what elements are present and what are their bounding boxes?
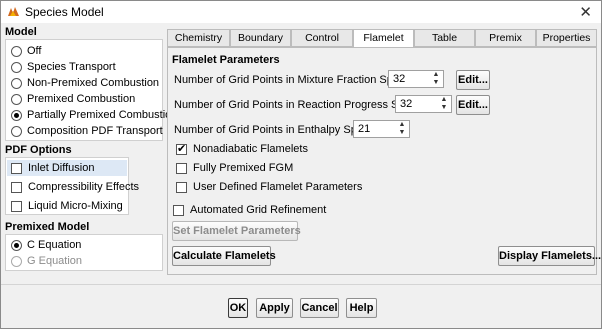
radio-icon[interactable] — [11, 45, 22, 57]
title-bar[interactable]: Species Model ✕ — [1, 1, 601, 23]
radio-icon[interactable] — [11, 125, 22, 137]
user-defined-flamelet-parameters-checkbox[interactable]: User Defined Flamelet Parameters — [176, 179, 362, 195]
tab-properties[interactable]: Properties — [536, 29, 597, 47]
app-icon — [6, 5, 21, 19]
premixed-model-title: Premixed Model — [5, 221, 90, 233]
tab-table[interactable]: Table — [414, 29, 475, 47]
checkbox-icon[interactable] — [11, 181, 22, 193]
spinner-arrows-icon[interactable]: ▲ ▼ — [397, 121, 407, 137]
cancel-button[interactable]: Cancel — [300, 298, 339, 318]
spinner-arrows-icon[interactable]: ▲ ▼ — [431, 71, 441, 87]
checkbox-icon[interactable] — [176, 162, 187, 174]
spinner-arrows-icon[interactable]: ▲ ▼ — [439, 96, 449, 112]
liquid-micro-mixing-checkbox[interactable]: Liquid Micro-Mixing — [11, 198, 123, 214]
mixture-fraction-edit-button[interactable]: Edit... — [456, 70, 490, 90]
mixture-fraction-value[interactable]: 32 — [393, 73, 405, 85]
reaction-progress-spinner[interactable]: 32 ▲ ▼ — [395, 95, 452, 113]
enthalpy-label: Number of Grid Points in Enthalpy Space — [174, 124, 375, 136]
c-equation-radio[interactable]: C Equation — [11, 237, 81, 253]
display-flamelets-button[interactable]: Display Flamelets... — [498, 246, 601, 266]
close-icon[interactable]: ✕ — [579, 3, 592, 21]
tab-bar: Chemistry Boundary Control Flamelet Tabl… — [167, 29, 597, 48]
radio-selected-icon[interactable] — [11, 109, 22, 121]
compressibility-effects-checkbox[interactable]: Compressibility Effects — [11, 179, 139, 195]
enthalpy-value[interactable]: 21 — [358, 123, 370, 135]
tab-chemistry[interactable]: Chemistry — [167, 29, 230, 47]
mixture-fraction-spinner[interactable]: 32 ▲ ▼ — [388, 70, 444, 88]
tab-premix[interactable]: Premix — [475, 29, 536, 47]
nonadiabatic-flamelets-checkbox[interactable]: ✔ Nonadiabatic Flamelets — [176, 141, 308, 157]
model-option-non-premixed[interactable]: Non-Premixed Combustion — [11, 75, 159, 91]
premixed-model-group: C Equation G Equation — [5, 234, 163, 271]
g-equation-radio[interactable]: G Equation — [11, 253, 82, 269]
inlet-diffusion-checkbox[interactable]: Inlet Diffusion — [7, 160, 127, 176]
model-option-species-transport[interactable]: Species Transport — [11, 59, 116, 75]
checkbox-icon[interactable] — [173, 204, 184, 216]
species-model-dialog: Species Model ✕ Model Off Species Transp… — [0, 0, 602, 329]
tab-flamelet[interactable]: Flamelet — [353, 29, 414, 48]
reaction-progress-label: Number of Grid Points in Reaction Progre… — [174, 99, 423, 111]
checkbox-checked-icon[interactable]: ✔ — [176, 143, 187, 155]
checkbox-icon[interactable] — [11, 162, 22, 174]
flamelet-panel: Flamelet Parameters Number of Grid Point… — [167, 47, 601, 275]
checkbox-icon[interactable] — [11, 200, 22, 212]
flamelet-parameters-title: Flamelet Parameters — [172, 54, 280, 66]
model-group: Off Species Transport Non-Premixed Combu… — [5, 39, 177, 141]
model-option-off[interactable]: Off — [11, 43, 41, 59]
reaction-progress-value[interactable]: 32 — [400, 98, 412, 110]
tab-boundary[interactable]: Boundary — [230, 29, 291, 47]
tab-control[interactable]: Control — [291, 29, 353, 47]
set-flamelet-parameters-button[interactable]: Set Flamelet Parameters — [172, 221, 301, 241]
help-button[interactable]: Help — [346, 298, 377, 318]
model-option-premixed[interactable]: Premixed Combustion — [11, 91, 135, 107]
checkbox-icon[interactable] — [176, 181, 187, 193]
model-title: Model — [5, 26, 37, 38]
automated-grid-refinement-checkbox[interactable]: Automated Grid Refinement — [173, 202, 326, 218]
radio-icon[interactable] — [11, 93, 22, 105]
calculate-flamelets-button[interactable]: Calculate Flamelets — [172, 246, 276, 266]
apply-button[interactable]: Apply — [256, 298, 293, 318]
radio-icon[interactable] — [11, 255, 22, 267]
model-option-partially-premixed[interactable]: Partially Premixed Combustion — [11, 107, 177, 123]
window-title: Species Model — [25, 5, 104, 19]
fully-premixed-fgm-checkbox[interactable]: Fully Premixed FGM — [176, 160, 293, 176]
mixture-fraction-label: Number of Grid Points in Mixture Fractio… — [174, 74, 411, 86]
radio-icon[interactable] — [11, 77, 22, 89]
enthalpy-spinner[interactable]: 21 ▲ ▼ — [353, 120, 410, 138]
reaction-progress-edit-button[interactable]: Edit... — [456, 95, 490, 115]
pdf-options-group: Inlet Diffusion Compressibility Effects … — [5, 157, 139, 215]
ok-button[interactable]: OK — [228, 298, 248, 318]
radio-selected-icon[interactable] — [11, 239, 22, 251]
footer-divider — [1, 284, 601, 285]
pdf-options-title: PDF Options — [5, 144, 72, 156]
model-option-composition-pdf[interactable]: Composition PDF Transport — [11, 123, 163, 139]
radio-icon[interactable] — [11, 61, 22, 73]
